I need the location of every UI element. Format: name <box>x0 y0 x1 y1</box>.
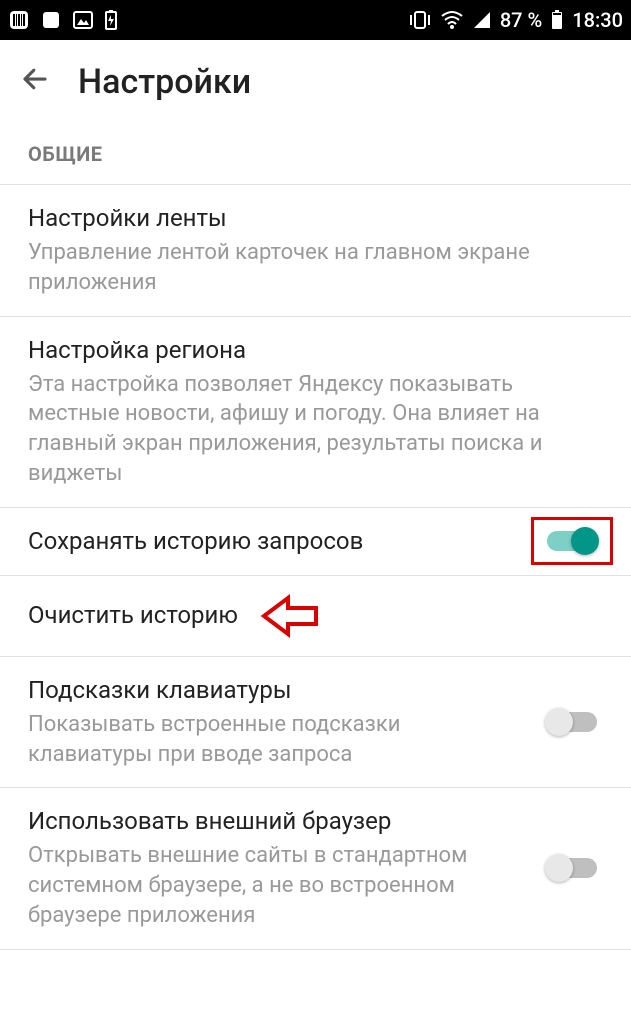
battery-icon <box>550 9 564 31</box>
section-general: ОБЩИЕ <box>0 124 631 185</box>
setting-clear-history-title: Очистить историю <box>28 600 238 631</box>
setting-region-title: Настройка региона <box>28 335 603 366</box>
setting-keyboard-hints-description: Показывать встроенные подсказки клавиату… <box>28 710 527 769</box>
back-arrow-icon[interactable] <box>20 64 50 101</box>
square-icon <box>40 9 62 31</box>
setting-clear-history[interactable]: Очистить историю <box>0 576 631 657</box>
setting-region[interactable]: Настройка региона Эта настройка позволяе… <box>0 317 631 508</box>
annotation-arrow-icon <box>258 594 318 638</box>
setting-keyboard-hints-title: Подсказки клавиатуры <box>28 675 527 706</box>
page-title: Настройки <box>78 62 251 102</box>
app-header: Настройки <box>0 40 631 124</box>
cellular-icon <box>472 10 492 30</box>
status-bar: 87 % 18:30 <box>0 0 631 40</box>
barcode-icon <box>8 9 30 31</box>
wifi-icon <box>440 10 464 30</box>
setting-external-browser[interactable]: Использовать внешний браузер Открывать в… <box>0 788 631 949</box>
setting-region-description: Эта настройка позволяет Яндексу показыва… <box>28 370 603 489</box>
toggle-external-browser[interactable] <box>547 858 597 878</box>
battery-charging-icon <box>104 9 118 31</box>
toggle-save-history[interactable] <box>547 531 597 551</box>
setting-save-history-title: Сохранять историю запросов <box>28 526 527 557</box>
clock-time: 18:30 <box>572 8 623 32</box>
image-icon <box>72 9 94 31</box>
status-left-icons <box>8 9 118 31</box>
setting-external-browser-description: Открывать внешние сайты в стандартном си… <box>28 841 527 930</box>
setting-keyboard-hints[interactable]: Подсказки клавиатуры Показывать встроенн… <box>0 657 631 789</box>
setting-feed[interactable]: Настройки ленты Управление лентой карточ… <box>0 185 631 317</box>
setting-feed-title: Настройки ленты <box>28 203 603 234</box>
setting-external-browser-title: Использовать внешний браузер <box>28 806 527 837</box>
vibrate-icon <box>408 10 432 30</box>
toggle-keyboard-hints[interactable] <box>547 712 597 732</box>
battery-percent: 87 % <box>500 8 542 32</box>
setting-save-history[interactable]: Сохранять историю запросов <box>0 508 631 576</box>
status-right-icons: 87 % 18:30 <box>408 8 623 32</box>
setting-feed-description: Управление лентой карточек на главном эк… <box>28 238 603 297</box>
